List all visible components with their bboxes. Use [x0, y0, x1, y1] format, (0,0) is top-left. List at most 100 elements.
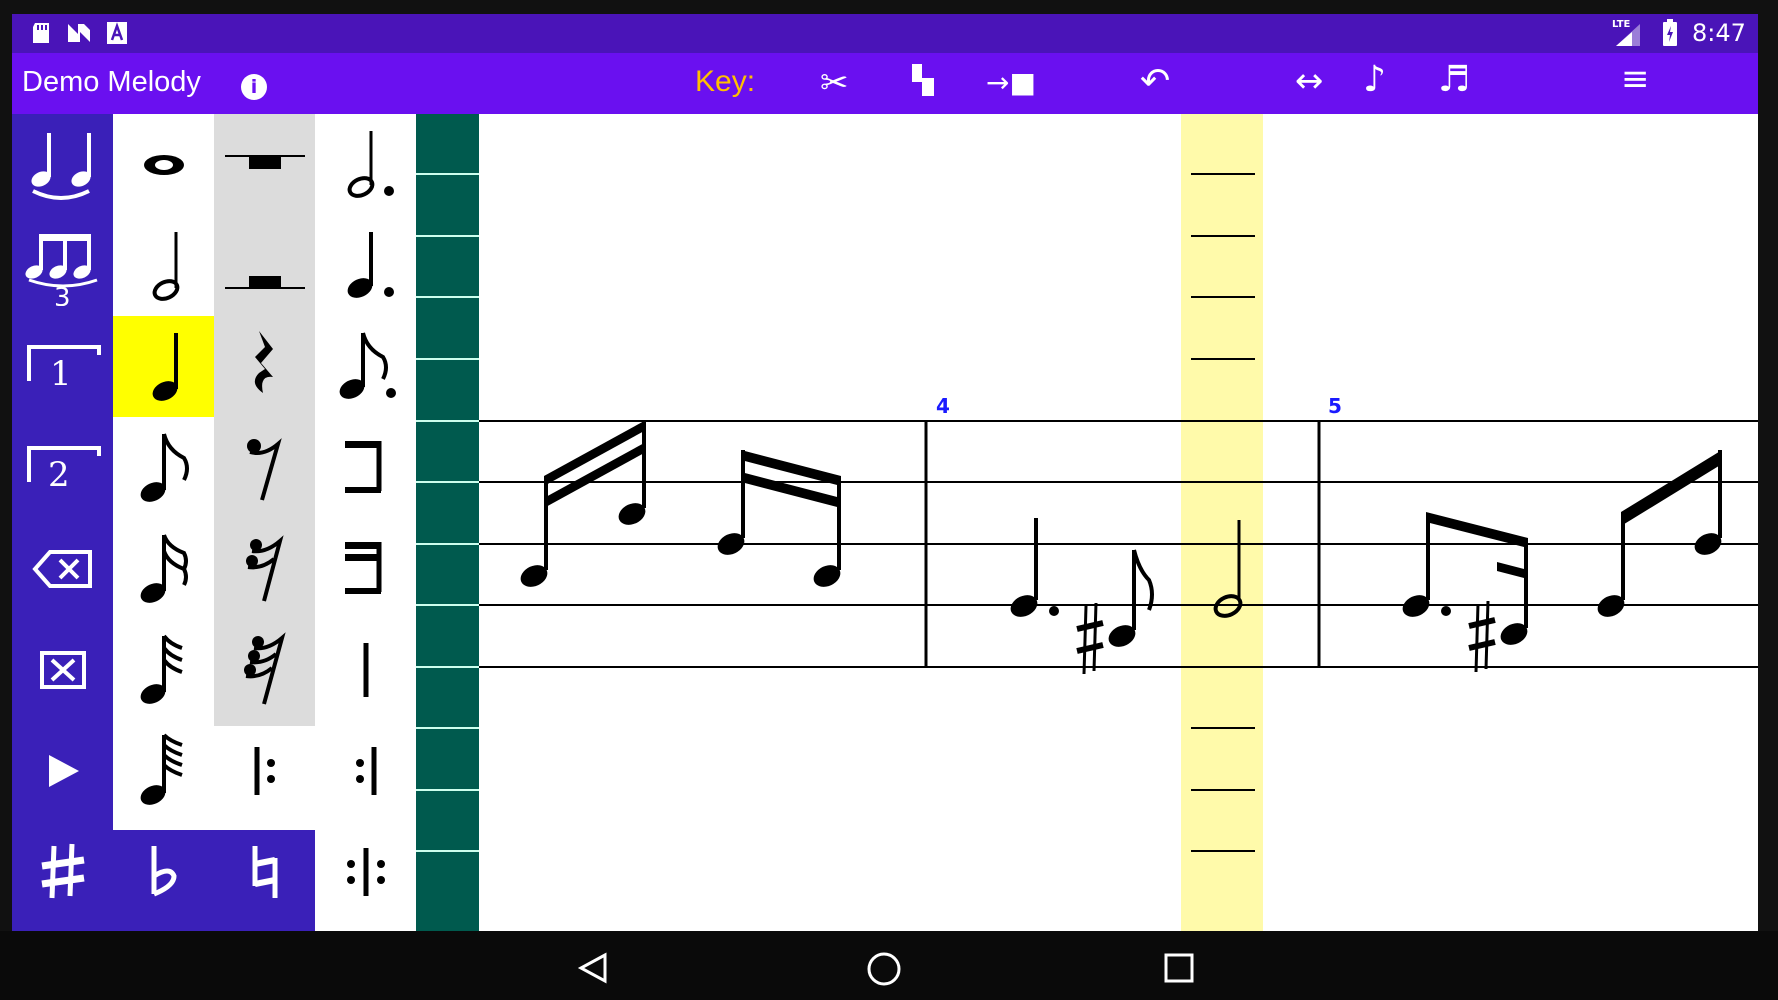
double-beam-end-button[interactable] — [315, 518, 416, 619]
sharp-accidental — [1076, 602, 1104, 675]
half-note-button[interactable] — [113, 215, 214, 316]
n-icon — [68, 24, 90, 42]
sixteenth-rest-button[interactable] — [214, 518, 315, 619]
sidebar: 3 1 2 — [12, 114, 113, 931]
spacing-icon[interactable]: ↔ — [1295, 61, 1324, 101]
sharp-button[interactable] — [12, 821, 113, 922]
cut-icon[interactable]: ✂ — [820, 63, 849, 103]
beam-end-icon — [344, 440, 381, 493]
sixteenth-note-icon — [140, 533, 188, 603]
repeat-both-icon — [346, 847, 385, 896]
eighth-rest-button[interactable] — [214, 417, 315, 518]
first-ending-icon: 1 — [26, 344, 101, 394]
play-button[interactable] — [12, 720, 113, 821]
flat-button[interactable] — [113, 821, 214, 922]
quarter-rest-icon — [254, 330, 273, 393]
sixty-fourth-note-button[interactable] — [113, 720, 214, 821]
menu-icon[interactable]: ≡ — [1621, 59, 1650, 99]
barline-icon — [363, 642, 368, 697]
tie-button[interactable] — [12, 114, 113, 215]
second-ending-icon: 2 — [26, 445, 101, 495]
back-icon[interactable] — [575, 951, 609, 985]
home-icon[interactable] — [866, 951, 902, 987]
pitch-ruler[interactable] — [416, 114, 479, 931]
repeat-end-icon — [355, 746, 376, 795]
quarter-note-button[interactable] — [113, 316, 214, 417]
repeat-both-button[interactable] — [315, 821, 416, 922]
measure-number: 4 — [936, 394, 950, 418]
thirty-second-note-button[interactable] — [113, 619, 214, 720]
a-icon — [107, 22, 127, 44]
second-ending-button[interactable]: 2 — [12, 417, 113, 518]
ending1-number: 1 — [50, 354, 72, 394]
natural-icon — [252, 845, 277, 898]
split-icon[interactable] — [908, 60, 938, 100]
quarter-rest-button[interactable] — [214, 316, 315, 417]
beam-end-button[interactable] — [315, 417, 416, 518]
natural-button[interactable] — [214, 821, 315, 922]
eighth-note-button[interactable] — [113, 417, 214, 518]
first-ending-button[interactable]: 1 — [12, 316, 113, 417]
note-play-icon[interactable]: ♪ — [1363, 59, 1386, 100]
eighth-note-icon — [140, 432, 189, 502]
barline-button[interactable] — [315, 619, 416, 720]
thirty-second-note-icon — [140, 634, 183, 704]
battery-icon — [1663, 19, 1677, 46]
half-rest-icon — [224, 275, 305, 289]
tie-icon — [30, 132, 91, 200]
dotted-quarter-note-icon — [347, 231, 394, 298]
thirty-second-rest-icon — [243, 631, 286, 705]
note — [1108, 549, 1154, 647]
note-group — [520, 420, 646, 587]
ruler-lines — [416, 173, 479, 852]
dotted-half-note-button[interactable] — [315, 114, 416, 215]
whole-note-icon — [143, 154, 184, 175]
delete-button[interactable] — [12, 619, 113, 720]
app-bar: Demo Melody i Key: ✂ →■ ↶ ↔ ♪ ♬ ≡ — [12, 53, 1758, 114]
navigation-bar — [0, 931, 1778, 1000]
whole-note-button[interactable] — [113, 114, 214, 215]
note-group — [717, 450, 841, 587]
note-palette — [113, 114, 416, 931]
sharp-icon — [41, 843, 84, 898]
score-area[interactable]: 4 5 — [479, 114, 1758, 931]
sixty-fourth-note-icon — [140, 733, 183, 805]
status-bar: LTE 8:47 — [12, 14, 1758, 53]
ending2-number: 2 — [48, 455, 70, 495]
note-group — [1597, 450, 1722, 617]
recents-icon[interactable] — [1163, 952, 1195, 984]
key-label[interactable]: Key: — [695, 65, 755, 99]
triplet-icon: 3 — [24, 233, 97, 306]
repeat-start-button[interactable] — [214, 720, 315, 821]
half-rest-button[interactable] — [214, 215, 315, 316]
note-group — [1402, 512, 1528, 673]
jump-to-end-icon[interactable]: →■ — [986, 66, 1036, 99]
notes-icon[interactable]: ♬ — [1438, 59, 1470, 100]
staff — [479, 114, 1758, 931]
backspace-button[interactable] — [12, 518, 113, 619]
half-note-icon — [152, 231, 179, 301]
dotted-quarter-note-button[interactable] — [315, 215, 416, 316]
dotted-half-note-icon — [347, 130, 394, 198]
undo-icon[interactable]: ↶ — [1140, 61, 1170, 102]
double-beam-end-icon — [344, 541, 381, 594]
flat-icon — [151, 845, 177, 896]
triplet-button[interactable]: 3 — [12, 215, 113, 316]
info-icon[interactable]: i — [241, 74, 267, 100]
backspace-icon — [31, 549, 92, 588]
whole-rest-button[interactable] — [214, 114, 315, 215]
eighth-rest-icon — [246, 437, 282, 501]
sixteenth-note-button[interactable] — [113, 518, 214, 619]
repeat-end-button[interactable] — [315, 720, 416, 821]
dotted-eighth-note-button[interactable] — [315, 316, 416, 417]
dotted-eighth-note-icon — [339, 331, 396, 399]
triplet-number: 3 — [54, 283, 71, 306]
page-title: Demo Melody — [22, 66, 201, 98]
whole-rest-icon — [224, 154, 305, 169]
sixteenth-rest-icon — [245, 534, 284, 602]
clock: 8:47 — [1692, 19, 1746, 47]
signal-icon — [1616, 24, 1640, 46]
repeat-start-icon — [254, 746, 275, 795]
thirty-second-rest-button[interactable] — [214, 619, 315, 720]
quarter-note-icon — [152, 332, 178, 401]
